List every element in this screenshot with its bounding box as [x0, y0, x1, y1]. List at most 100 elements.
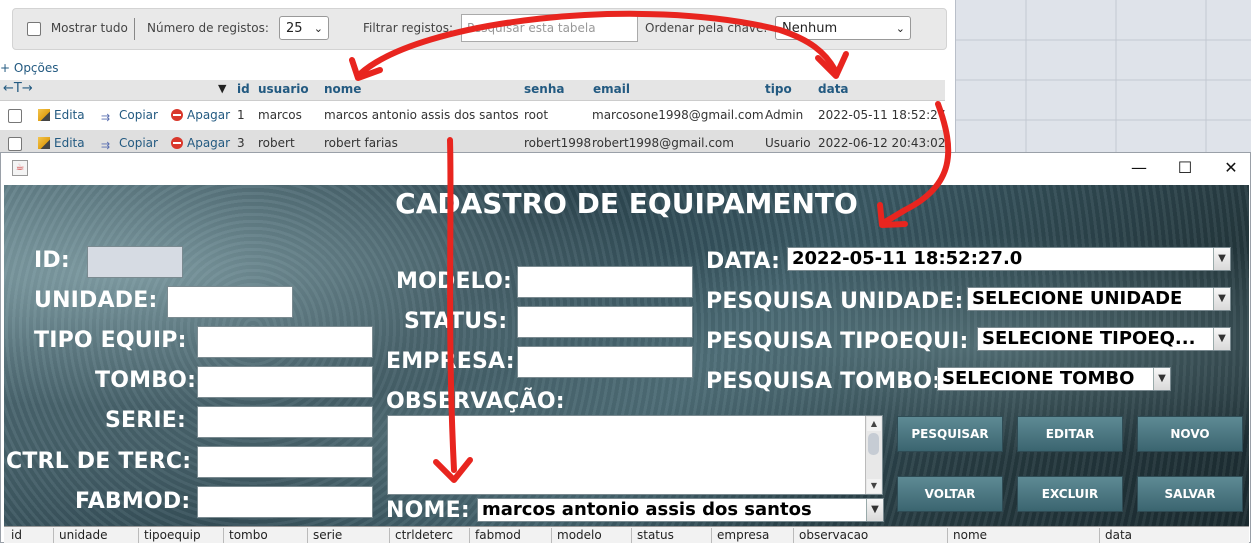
row-checkbox[interactable]	[8, 108, 22, 123]
col-email[interactable]: email	[593, 82, 630, 96]
pesquisa-tombo-combo[interactable]: SELECIONE TOMBO ▼	[937, 367, 1171, 391]
grid-col-serie[interactable]: serie	[308, 528, 390, 543]
options-link[interactable]: + Opções	[0, 61, 59, 75]
pesquisa-unidade-combo[interactable]: SELECIONE UNIDADE ▼	[967, 287, 1231, 311]
col-nome[interactable]: nome	[324, 82, 361, 96]
grid-col-status[interactable]: status	[632, 528, 712, 543]
num-records-select[interactable]: 25 ⌄	[279, 16, 329, 40]
tombo-field[interactable]	[197, 366, 373, 398]
pesquisa-tipoequi-label: PESQUISA TIPOEQUI:	[706, 329, 969, 354]
chevron-down-icon[interactable]: ▼	[866, 499, 883, 521]
salvar-button[interactable]: SALVAR	[1137, 476, 1243, 512]
grid-col-tombo[interactable]: tombo	[224, 528, 308, 543]
grid-col-fabmod[interactable]: fabmod	[470, 528, 552, 543]
filter-search-input[interactable]: Pesquisar esta tabela	[461, 14, 638, 42]
pencil-icon	[38, 137, 50, 149]
modelo-field[interactable]	[517, 266, 693, 298]
copy-link[interactable]: ⇉ Copiar	[101, 136, 158, 152]
col-data[interactable]: data	[818, 82, 849, 96]
edit-link[interactable]: Edita	[38, 136, 85, 150]
edit-link[interactable]: Edita	[38, 108, 85, 122]
show-all-label: Mostrar tudo	[50, 21, 128, 35]
data-combo[interactable]: 2022-05-11 18:52:27.0 ▼	[787, 247, 1231, 271]
grid-col-unidade[interactable]: unidade	[54, 528, 139, 543]
grid-col-nome[interactable]: nome	[948, 528, 1100, 543]
window-titlebar[interactable]: ☕ — ☐ ✕	[1, 153, 1250, 183]
pesquisa-tombo-label: PESQUISA TOMBO:	[706, 369, 942, 394]
id-label: ID:	[34, 248, 70, 273]
grid-col-empresa[interactable]: empresa	[712, 528, 794, 543]
show-all-checkbox[interactable]	[27, 21, 41, 36]
cell-usuario: marcos	[258, 108, 302, 122]
copy-icon: ⇉	[101, 139, 111, 152]
grid-col-observacao[interactable]: observacao	[794, 528, 948, 543]
grid-col-tipoequip[interactable]: tipoequip	[139, 528, 224, 543]
nome-combo[interactable]: marcos antonio assis dos santos ▼	[477, 498, 884, 522]
column-arrows-icon[interactable]: ←T→	[3, 81, 33, 96]
num-records-label: Número de registos:	[147, 21, 269, 35]
minimize-button[interactable]: —	[1116, 153, 1162, 183]
scroll-down-icon[interactable]: ▼	[867, 479, 881, 493]
grid-col-id[interactable]: id	[6, 528, 54, 543]
pesquisa-unidade-value: SELECIONE UNIDADE	[972, 288, 1183, 309]
novo-button[interactable]: NOVO	[1137, 416, 1243, 452]
sort-label: Ordenar pela chave:	[645, 21, 768, 35]
chevron-down-icon[interactable]: ▼	[1153, 368, 1170, 390]
editar-button[interactable]: EDITAR	[1017, 416, 1123, 452]
sort-select[interactable]: Nenhum ⌄	[775, 16, 911, 40]
col-tipo[interactable]: tipo	[765, 82, 792, 96]
voltar-button[interactable]: VOLTAR	[897, 476, 1003, 512]
filter-label: Filtrar registos:	[363, 21, 454, 35]
fabmod-field[interactable]	[197, 486, 373, 518]
show-all-toggle[interactable]: Mostrar tudo	[27, 21, 128, 36]
observacao-scrollbar[interactable]: ▲ ▼	[865, 416, 882, 494]
pesquisa-tipoequi-combo[interactable]: SELECIONE TIPOEQ... ▼	[977, 327, 1231, 351]
chevron-down-icon[interactable]: ▼	[1213, 248, 1230, 270]
chevron-down-icon[interactable]: ▼	[1213, 288, 1230, 310]
pesquisa-unidade-label: PESQUISA UNIDADE:	[706, 289, 964, 314]
col-senha[interactable]: senha	[524, 82, 564, 96]
delete-link[interactable]: Apagar	[171, 136, 230, 150]
close-button[interactable]: ✕	[1208, 153, 1251, 183]
scroll-thumb[interactable]	[868, 433, 879, 455]
row-checkbox[interactable]	[8, 136, 22, 151]
table-header: ←T→ ▼ id usuario nome senha email tipo d…	[0, 80, 945, 101]
pesquisar-button[interactable]: PESQUISAR	[897, 416, 1003, 452]
id-field[interactable]	[87, 246, 183, 278]
data-label: DATA:	[706, 249, 781, 274]
grid-col-modelo[interactable]: modelo	[552, 528, 632, 543]
grid-col-data[interactable]: data	[1100, 528, 1249, 543]
col-id[interactable]: id	[237, 82, 250, 96]
chevron-down-icon[interactable]: ▼	[1213, 328, 1230, 350]
delete-link[interactable]: Apagar	[171, 108, 230, 122]
table-row: Edita ⇉ Copiar Apagar 1 marcos marcos ant…	[0, 102, 945, 128]
serie-field[interactable]	[197, 406, 373, 438]
fabmod-label: FABMOD:	[75, 489, 191, 514]
cell-email: marcosone1998@gmail.com	[592, 108, 764, 122]
copy-link[interactable]: ⇉ Copiar	[101, 108, 158, 124]
maximize-button[interactable]: ☐	[1162, 153, 1208, 183]
unidade-label: UNIDADE:	[34, 288, 158, 313]
toolbar-divider	[134, 18, 135, 40]
tipo-equip-field[interactable]	[197, 326, 373, 358]
col-usuario[interactable]: usuario	[258, 82, 309, 96]
ctrl-terc-field[interactable]	[197, 446, 373, 478]
sort-triangle-icon[interactable]: ▼	[218, 82, 226, 95]
empresa-field[interactable]	[517, 346, 693, 378]
status-label: STATUS:	[404, 309, 508, 334]
serie-label: SERIE:	[105, 408, 187, 433]
cell-id: 3	[237, 136, 245, 150]
status-field[interactable]	[517, 306, 693, 338]
tipo-equip-label: TIPO EQUIP:	[34, 328, 187, 353]
cell-nome: marcos antonio assis dos santos	[324, 108, 519, 122]
observacao-textarea[interactable]: ▲ ▼	[387, 415, 883, 495]
scroll-up-icon[interactable]: ▲	[867, 417, 881, 431]
cell-tipo: Admin	[765, 108, 804, 122]
excluir-button[interactable]: EXCLUIR	[1017, 476, 1123, 512]
unidade-field[interactable]	[167, 286, 293, 318]
grid-col-ctrldeterc[interactable]: ctrldeterc	[390, 528, 470, 543]
phpmyadmin-panel: Mostrar tudo Número de registos: 25 ⌄ Fi…	[0, 0, 955, 160]
java-app-icon: ☕	[12, 160, 28, 176]
nome-combo-value: marcos antonio assis dos santos	[482, 499, 812, 520]
cell-data: 2022-06-12 20:43:02	[818, 136, 946, 150]
